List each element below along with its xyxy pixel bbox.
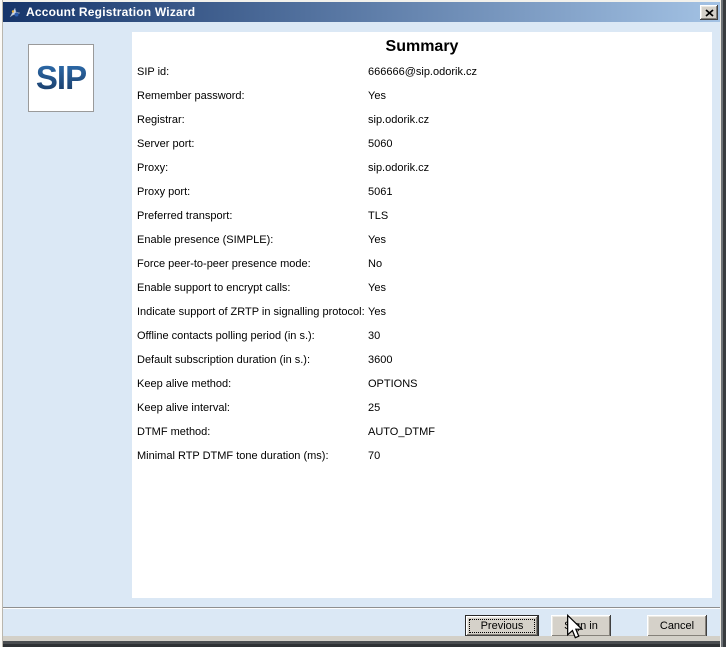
row-label: DTMF method: — [137, 426, 210, 438]
summary-row: Proxy port: 5061 — [132, 180, 712, 204]
summary-row: Server port: 5060 — [132, 132, 712, 156]
row-value: 70 — [368, 450, 380, 462]
window-border-right — [720, 0, 726, 647]
row-value: Yes — [368, 234, 386, 246]
sign-in-button[interactable]: Sign in — [551, 615, 611, 637]
row-label: SIP id: — [137, 66, 169, 78]
row-value: AUTO_DTMF — [368, 426, 435, 438]
row-label: Remember password: — [137, 90, 245, 102]
window-border-bottom — [0, 636, 726, 647]
row-value: 5061 — [368, 186, 392, 198]
summary-row: Offline contacts polling period (in s.):… — [132, 324, 712, 348]
titlebar[interactable]: Account Registration Wizard — [2, 2, 721, 22]
summary-row: Proxy: sip.odorik.cz — [132, 156, 712, 180]
row-value: sip.odorik.cz — [368, 114, 429, 126]
row-value: sip.odorik.cz — [368, 162, 429, 174]
summary-rows: SIP id: 666666@sip.odorik.cz Remember pa… — [132, 60, 712, 468]
summary-row: Default subscription duration (in s.): 3… — [132, 348, 712, 372]
row-label: Enable support to encrypt calls: — [137, 282, 290, 294]
row-label: Server port: — [137, 138, 194, 150]
row-value: Yes — [368, 306, 386, 318]
account-registration-wizard-window: Account Registration Wizard SIP Summary … — [0, 0, 726, 647]
row-value: 30 — [368, 330, 380, 342]
previous-button[interactable]: Previous — [465, 615, 539, 637]
row-value: 25 — [368, 402, 380, 414]
summary-row: Enable support to encrypt calls: Yes — [132, 276, 712, 300]
row-label: Indicate support of ZRTP in signalling p… — [137, 306, 365, 318]
summary-row: SIP id: 666666@sip.odorik.cz — [132, 60, 712, 84]
separator-line — [2, 607, 720, 609]
row-label: Default subscription duration (in s.): — [137, 354, 310, 366]
window-title: Account Registration Wizard — [26, 5, 195, 19]
sip-logo-text: SIP — [36, 59, 86, 97]
app-icon — [8, 6, 21, 19]
row-value: TLS — [368, 210, 388, 222]
row-label: Offline contacts polling period (in s.): — [137, 330, 315, 342]
summary-row: Registrar: sip.odorik.cz — [132, 108, 712, 132]
summary-row: Indicate support of ZRTP in signalling p… — [132, 300, 712, 324]
row-value: 5060 — [368, 138, 392, 150]
summary-row: Enable presence (SIMPLE): Yes — [132, 228, 712, 252]
row-value: Yes — [368, 282, 386, 294]
row-value: Yes — [368, 90, 386, 102]
row-label: Registrar: — [137, 114, 185, 126]
summary-row: Keep alive interval: 25 — [132, 396, 712, 420]
summary-row: Remember password: Yes — [132, 84, 712, 108]
window-border-top — [0, 0, 726, 2]
close-icon — [705, 9, 714, 17]
close-button[interactable] — [700, 5, 718, 20]
row-value: 666666@sip.odorik.cz — [368, 66, 477, 78]
summary-row: DTMF method: AUTO_DTMF — [132, 420, 712, 444]
summary-panel: Summary SIP id: 666666@sip.odorik.cz Rem… — [132, 32, 712, 598]
summary-heading: Summary — [132, 32, 712, 56]
row-label: Keep alive method: — [137, 378, 231, 390]
summary-row: Keep alive method: OPTIONS — [132, 372, 712, 396]
row-value: 3600 — [368, 354, 392, 366]
row-label: Force peer-to-peer presence mode: — [137, 258, 311, 270]
sip-logo: SIP — [28, 44, 94, 112]
row-label: Preferred transport: — [137, 210, 232, 222]
summary-row: Preferred transport: TLS — [132, 204, 712, 228]
cancel-button[interactable]: Cancel — [647, 615, 707, 637]
row-label: Proxy port: — [137, 186, 190, 198]
row-label: Enable presence (SIMPLE): — [137, 234, 273, 246]
row-label: Proxy: — [137, 162, 168, 174]
summary-row: Force peer-to-peer presence mode: No — [132, 252, 712, 276]
row-value: OPTIONS — [368, 378, 418, 390]
summary-row: Minimal RTP DTMF tone duration (ms): 70 — [132, 444, 712, 468]
window-border-left — [0, 0, 3, 647]
row-value: No — [368, 258, 382, 270]
row-label: Keep alive interval: — [137, 402, 230, 414]
row-label: Minimal RTP DTMF tone duration (ms): — [137, 450, 329, 462]
